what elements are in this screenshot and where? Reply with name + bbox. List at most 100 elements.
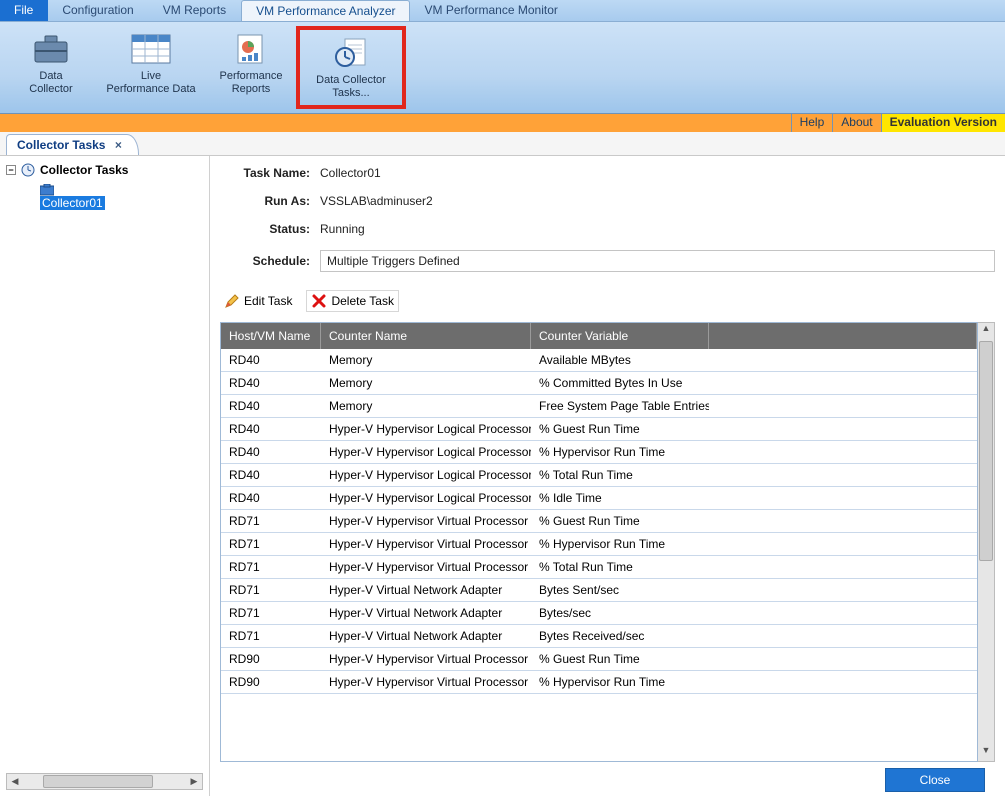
table-cell: Bytes Sent/sec	[531, 583, 709, 597]
table-cell: Hyper-V Virtual Network Adapter	[321, 583, 531, 597]
table-row[interactable]: RD40MemoryAvailable MBytes	[221, 349, 977, 372]
status-label: Status:	[220, 222, 310, 236]
grid-header: Host/VM Name Counter Name Counter Variab…	[221, 323, 977, 349]
menu-tab-vm-performance-monitor[interactable]: VM Performance Monitor	[410, 0, 572, 21]
table-row[interactable]: RD90Hyper-V Hypervisor Virtual Processor…	[221, 648, 977, 671]
scroll-down-icon[interactable]: ▼	[978, 745, 994, 761]
ribbon-data-collector[interactable]: Data Collector	[6, 26, 96, 109]
table-cell: Hyper-V Hypervisor Logical Processor	[321, 422, 531, 436]
grid-vertical-scrollbar[interactable]: ▲ ▼	[978, 322, 995, 762]
table-cell: RD40	[221, 376, 321, 390]
table-cell: Hyper-V Hypervisor Virtual Processor	[321, 537, 531, 551]
table-cell: % Total Run Time	[531, 560, 709, 574]
scroll-right-icon[interactable]: ▶	[186, 776, 202, 787]
clock-doc-icon	[300, 34, 402, 72]
details-pane: Task Name: Collector01 Run As: VSSLAB\ad…	[210, 156, 1005, 796]
table-cell: Hyper-V Virtual Network Adapter	[321, 629, 531, 643]
table-cell: Bytes Received/sec	[531, 629, 709, 643]
menu-tab-vm-performance-analyzer[interactable]: VM Performance Analyzer	[241, 0, 410, 21]
table-cell: Hyper-V Hypervisor Virtual Processor	[321, 675, 531, 689]
col-empty[interactable]	[709, 323, 977, 349]
schedule-value: Multiple Triggers Defined	[320, 250, 995, 272]
table-row[interactable]: RD40MemoryFree System Page Table Entries	[221, 395, 977, 418]
table-row[interactable]: RD71Hyper-V Virtual Network AdapterBytes…	[221, 579, 977, 602]
tree-item-collector01[interactable]: Collector01	[40, 184, 203, 210]
table-cell: RD71	[221, 514, 321, 528]
main-body: − Collector Tasks Collector01 ◀ ▶ Task N…	[0, 156, 1005, 796]
table-cell: % Total Run Time	[531, 468, 709, 482]
collapse-icon[interactable]: −	[6, 165, 16, 175]
delete-task-button[interactable]: Delete Task	[306, 290, 398, 312]
table-cell: RD40	[221, 422, 321, 436]
table-row[interactable]: RD40Hyper-V Hypervisor Logical Processor…	[221, 487, 977, 510]
help-link[interactable]: Help	[791, 114, 833, 132]
tree-root[interactable]: − Collector Tasks	[6, 162, 203, 178]
schedule-label: Schedule:	[220, 254, 310, 268]
table-row[interactable]: RD90Hyper-V Hypervisor Virtual Processor…	[221, 671, 977, 694]
table-row[interactable]: RD40Hyper-V Hypervisor Logical Processor…	[221, 418, 977, 441]
scroll-up-icon[interactable]: ▲	[978, 323, 994, 339]
table-cell: RD40	[221, 468, 321, 482]
run-as-value: VSSLAB\adminuser2	[320, 194, 433, 208]
menu-tab-vm-reports[interactable]: VM Reports	[149, 0, 241, 21]
table-row[interactable]: RD71Hyper-V Virtual Network AdapterBytes…	[221, 625, 977, 648]
document-tab-bar: Collector Tasks ×	[0, 132, 1005, 156]
table-cell: RD90	[221, 652, 321, 666]
evaluation-version-label: Evaluation Version	[881, 114, 1005, 132]
col-counter-variable[interactable]: Counter Variable	[531, 323, 709, 349]
table-cell: RD71	[221, 583, 321, 597]
menu-tab-bar: File Configuration VM Reports VM Perform…	[0, 0, 1005, 22]
table-cell: RD71	[221, 537, 321, 551]
table-row[interactable]: RD71Hyper-V Hypervisor Virtual Processor…	[221, 533, 977, 556]
collector-tasks-tab[interactable]: Collector Tasks ×	[6, 134, 139, 155]
scroll-thumb[interactable]	[43, 775, 153, 788]
ribbon-live-performance-data[interactable]: Live Performance Data	[96, 26, 206, 109]
table-row[interactable]: RD40Hyper-V Hypervisor Logical Processor…	[221, 464, 977, 487]
pencil-icon	[224, 293, 240, 309]
table-cell: Hyper-V Hypervisor Logical Processor	[321, 491, 531, 505]
close-tab-icon[interactable]: ×	[115, 138, 122, 152]
table-cell: Memory	[321, 376, 531, 390]
table-cell: % Idle Time	[531, 491, 709, 505]
col-counter-name[interactable]: Counter Name	[321, 323, 531, 349]
table-row[interactable]: RD71Hyper-V Hypervisor Virtual Processor…	[221, 556, 977, 579]
table-row[interactable]: RD71Hyper-V Virtual Network AdapterBytes…	[221, 602, 977, 625]
about-link[interactable]: About	[832, 114, 880, 132]
table-cell: Hyper-V Hypervisor Logical Processor	[321, 468, 531, 482]
tree-pane: − Collector Tasks Collector01 ◀ ▶	[0, 156, 210, 796]
task-name-value: Collector01	[320, 166, 381, 180]
table-row[interactable]: RD40Memory% Committed Bytes In Use	[221, 372, 977, 395]
menu-tab-file[interactable]: File	[0, 0, 48, 21]
grid-icon	[96, 30, 206, 68]
table-cell: % Guest Run Time	[531, 422, 709, 436]
info-strip: Help About Evaluation Version	[0, 114, 1005, 132]
ribbon: Data Collector Live Performance Data Per…	[0, 22, 1005, 114]
table-cell: Available MBytes	[531, 353, 709, 367]
table-row[interactable]: RD40Hyper-V Hypervisor Logical Processor…	[221, 441, 977, 464]
table-cell: % Committed Bytes In Use	[531, 376, 709, 390]
table-cell: % Guest Run Time	[531, 514, 709, 528]
tree-horizontal-scrollbar[interactable]: ◀ ▶	[6, 773, 203, 790]
status-value: Running	[320, 222, 365, 236]
table-cell: Hyper-V Hypervisor Virtual Processor	[321, 652, 531, 666]
close-button[interactable]: Close	[885, 768, 985, 792]
scroll-thumb[interactable]	[979, 341, 993, 561]
tree-root-label: Collector Tasks	[40, 163, 128, 177]
ribbon-performance-reports[interactable]: Performance Reports	[206, 26, 296, 109]
table-cell: Hyper-V Hypervisor Virtual Processor	[321, 514, 531, 528]
table-cell: RD71	[221, 606, 321, 620]
menu-tab-configuration[interactable]: Configuration	[48, 0, 148, 21]
table-row[interactable]: RD71Hyper-V Hypervisor Virtual Processor…	[221, 510, 977, 533]
report-icon	[206, 30, 296, 68]
edit-task-button[interactable]: Edit Task	[220, 290, 296, 312]
col-host-vm-name[interactable]: Host/VM Name	[221, 323, 321, 349]
table-cell: RD40	[221, 491, 321, 505]
clock-small-icon	[20, 162, 36, 178]
delete-x-icon	[311, 293, 327, 309]
table-cell: RD71	[221, 629, 321, 643]
ribbon-highlight-box: Data Collector Tasks...	[296, 26, 406, 109]
table-cell: RD90	[221, 675, 321, 689]
ribbon-data-collector-tasks[interactable]: Data Collector Tasks...	[300, 30, 402, 100]
scroll-left-icon[interactable]: ◀	[7, 776, 23, 787]
table-cell: % Hypervisor Run Time	[531, 675, 709, 689]
